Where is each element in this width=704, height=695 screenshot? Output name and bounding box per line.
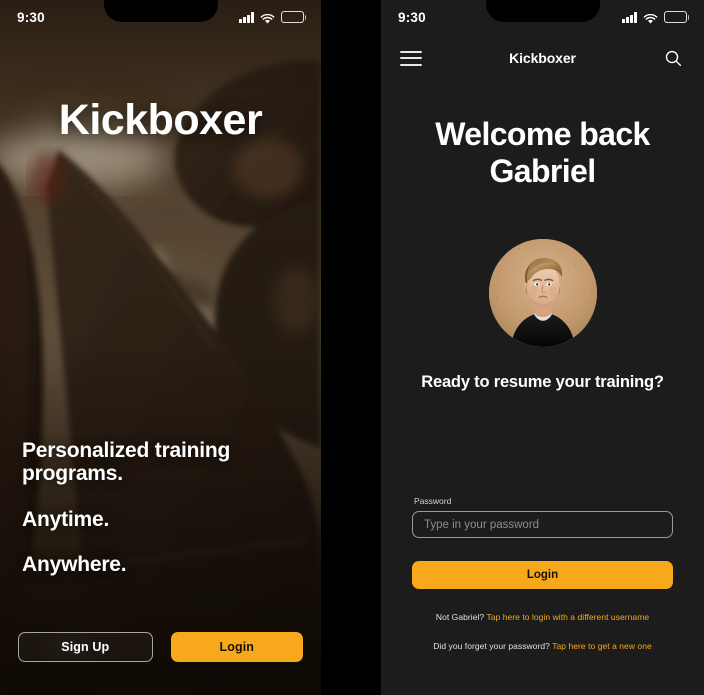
- tagline-2: Anytime.: [22, 507, 110, 531]
- search-icon[interactable]: [663, 47, 685, 69]
- forgot-password-link[interactable]: Tap here to get a new one: [552, 641, 652, 651]
- welcome-line-1: Welcome back: [435, 116, 650, 152]
- left-hero-content: Kickboxer Personalized training programs…: [0, 0, 321, 695]
- helper-links: Not Gabriel? Tap here to login with a di…: [393, 612, 692, 651]
- status-icons: [622, 11, 690, 24]
- status-time: 9:30: [398, 9, 426, 25]
- dynamic-island-notch: [485, 0, 600, 22]
- signal-bars-icon: [239, 12, 254, 23]
- resume-prompt: Ready to resume your training?: [421, 373, 664, 391]
- cta-button-row: Sign Up Login: [18, 632, 303, 662]
- signal-bars-icon: [622, 12, 637, 23]
- app-bar-title: Kickboxer: [509, 50, 576, 66]
- different-username-link[interactable]: Tap here to login with a different usern…: [486, 612, 649, 622]
- forgot-password-row: Did you forget your password? Tap here t…: [393, 641, 692, 651]
- forgot-password-text: Did you forget your password?: [433, 641, 550, 651]
- welcome-line-2: Gabriel: [489, 153, 596, 190]
- left-phone-screen: 9:30 Kickboxer Personalized training pro…: [0, 0, 321, 695]
- dual-phone-mockup: 9:30 Kickboxer Personalized training pro…: [0, 0, 704, 695]
- login-button[interactable]: Login: [412, 561, 673, 589]
- battery-icon: [281, 11, 307, 23]
- wifi-icon: [643, 12, 658, 24]
- battery-icon: [664, 11, 690, 23]
- tagline-1: Personalized training programs.: [22, 438, 231, 486]
- password-field-block: Password: [412, 496, 673, 538]
- status-time: 9:30: [17, 9, 45, 25]
- login-button-hero[interactable]: Login: [170, 632, 303, 662]
- tagline-group: Personalized training programs. Anytime.…: [22, 439, 291, 577]
- password-label: Password: [414, 496, 452, 506]
- avatar: [488, 239, 597, 347]
- welcome-heading: Welcome back Gabriel: [401, 116, 684, 191]
- app-bar: Kickboxer: [381, 40, 704, 76]
- hamburger-menu-icon[interactable]: [400, 50, 422, 66]
- dynamic-island-notch: [103, 0, 218, 22]
- wifi-icon: [260, 12, 275, 24]
- password-input[interactable]: [412, 511, 673, 538]
- different-username-row: Not Gabriel? Tap here to login with a di…: [393, 612, 692, 622]
- sign-up-button[interactable]: Sign Up: [18, 632, 153, 662]
- status-icons: [239, 11, 307, 24]
- not-gabriel-text: Not Gabriel?: [435, 612, 485, 622]
- brand-title: Kickboxer: [58, 96, 263, 144]
- tagline-3: Anywhere.: [22, 553, 127, 577]
- panel-divider: [321, 0, 381, 695]
- right-phone-screen: 9:30 Kickboxer Welcome back Gabriel Read…: [381, 0, 704, 695]
